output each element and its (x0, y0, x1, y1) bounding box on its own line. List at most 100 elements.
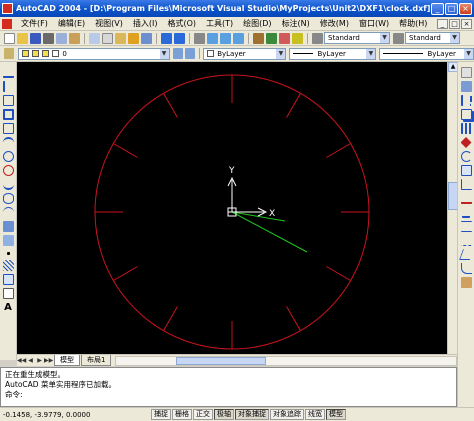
revision-cloud-icon[interactable] (2, 165, 14, 176)
coordinate-readout[interactable]: -0.1458, -3.9779, 0.0000 (3, 411, 151, 419)
circle-icon[interactable] (2, 151, 14, 162)
menu-modify[interactable]: 修改(M) (315, 18, 354, 29)
tab-layout1[interactable]: 布局1 (81, 355, 112, 366)
paste-icon[interactable] (115, 32, 126, 44)
dim-style-dropdown[interactable]: Standard ▼ (405, 32, 460, 44)
lineweight-toggle[interactable]: 线宽 (305, 409, 325, 420)
new-file-icon[interactable] (4, 32, 15, 44)
fillet-icon[interactable] (460, 263, 472, 274)
scale-icon[interactable] (460, 165, 472, 176)
properties-icon[interactable] (253, 32, 264, 44)
ortho-toggle[interactable]: 正交 (193, 409, 213, 420)
array-icon[interactable] (460, 123, 472, 134)
chevron-down-icon[interactable]: ▼ (159, 48, 169, 59)
layer-lock-icon[interactable] (42, 50, 50, 57)
chamfer-icon[interactable] (458, 249, 474, 260)
document-icon[interactable] (2, 18, 12, 29)
ellipse-icon[interactable] (2, 193, 14, 204)
chevron-down-icon[interactable]: ▼ (464, 48, 474, 59)
otrack-toggle[interactable]: 对象追踪 (270, 409, 304, 420)
tool-palettes-icon[interactable] (279, 32, 290, 44)
chevron-down-icon[interactable]: ▼ (366, 48, 376, 59)
multiline-text-icon[interactable]: A (3, 302, 14, 313)
first-tab-icon[interactable]: ◀◀ (17, 356, 26, 365)
menu-window[interactable]: 窗口(W) (354, 18, 394, 29)
chevron-down-icon[interactable]: ▼ (276, 48, 286, 59)
polyline-icon[interactable] (2, 95, 14, 106)
menu-format[interactable]: 格式(O) (162, 18, 201, 29)
open-folder-icon[interactable] (17, 32, 28, 44)
menu-dimension[interactable]: 标注(N) (277, 18, 315, 29)
menu-file[interactable]: 文件(F) (16, 18, 53, 29)
redo-icon[interactable] (174, 32, 185, 44)
osnap-toggle[interactable]: 对象捕捉 (235, 409, 269, 420)
menu-tools[interactable]: 工具(T) (201, 18, 238, 29)
help-icon[interactable] (292, 32, 303, 44)
autocad-app-icon[interactable] (2, 3, 13, 14)
chevron-down-icon[interactable]: ▼ (380, 33, 389, 43)
break-at-point-icon[interactable] (460, 221, 472, 232)
horizontal-scrollbar[interactable] (115, 355, 457, 366)
lineweight-dropdown[interactable]: ByLayer ▼ (379, 47, 474, 60)
polygon-icon[interactable] (2, 109, 14, 120)
arc-icon[interactable] (2, 137, 14, 148)
stretch-icon[interactable] (460, 179, 472, 190)
zoom-previous-icon[interactable] (233, 32, 244, 44)
trim-icon[interactable] (460, 193, 472, 204)
rectangle-icon[interactable] (2, 123, 14, 134)
vertical-scrollbar[interactable]: ▲ (447, 62, 458, 354)
block-editor-icon[interactable] (141, 32, 152, 44)
command-prompt[interactable]: 命令: (5, 390, 452, 400)
extend-icon[interactable] (462, 207, 470, 218)
grid-toggle[interactable]: 栅格 (172, 409, 192, 420)
construction-line-icon[interactable] (2, 81, 14, 92)
spline-icon[interactable] (2, 179, 14, 190)
tab-model[interactable]: 模型 (54, 355, 80, 366)
layer-dropdown[interactable]: 0 ▼ (18, 47, 170, 60)
zoom-realtime-icon[interactable] (207, 32, 218, 44)
print-icon[interactable] (43, 32, 54, 44)
cut-icon[interactable] (89, 32, 100, 44)
save-icon[interactable] (30, 32, 41, 44)
drawing-canvas[interactable]: Y X (17, 62, 447, 354)
undo-icon[interactable] (161, 32, 172, 44)
hatch-icon[interactable] (2, 260, 14, 271)
point-icon[interactable] (6, 252, 10, 255)
menu-help[interactable]: 帮助(H) (394, 18, 432, 29)
design-center-icon[interactable] (266, 32, 277, 44)
snap-toggle[interactable]: 捕捉 (151, 409, 171, 420)
copy-object-icon[interactable] (460, 81, 472, 92)
last-tab-icon[interactable]: ▶▶ (44, 356, 53, 365)
zoom-window-icon[interactable] (220, 32, 231, 44)
layer-manager-icon[interactable] (4, 48, 15, 59)
rotate-icon[interactable] (460, 151, 472, 162)
text-style-dropdown[interactable]: Standard ▼ (324, 32, 390, 44)
explode-icon[interactable] (460, 277, 472, 288)
make-layer-current-icon[interactable] (172, 48, 183, 59)
layer-previous-icon[interactable] (184, 48, 196, 59)
menu-insert[interactable]: 插入(I) (128, 18, 163, 29)
ellipse-arc-icon[interactable] (2, 207, 14, 218)
make-block-icon[interactable] (2, 235, 14, 246)
model-space-toggle[interactable]: 模型 (326, 409, 346, 420)
table-icon[interactable] (2, 288, 14, 299)
doc-restore-button[interactable]: □ (449, 18, 460, 29)
previous-tab-icon[interactable]: ◀ (26, 356, 35, 365)
line-icon[interactable] (2, 67, 14, 78)
polar-toggle[interactable]: 极轴 (214, 409, 234, 420)
doc-close-button[interactable]: × (461, 18, 472, 29)
next-tab-icon[interactable]: ▶ (35, 356, 44, 365)
close-button[interactable]: × (459, 2, 472, 15)
offset-icon[interactable] (460, 109, 472, 120)
layer-on-icon[interactable] (22, 50, 30, 57)
doc-minimize-button[interactable]: _ (437, 18, 448, 29)
command-window[interactable]: 正在重生成模型。 AutoCAD 菜单实用程序已加载。 命令: (0, 367, 457, 407)
move-icon[interactable] (460, 137, 472, 148)
color-dropdown[interactable]: ByLayer ▼ (203, 47, 287, 60)
match-properties-icon[interactable] (128, 32, 139, 44)
linetype-dropdown[interactable]: ByLayer ▼ (289, 47, 377, 60)
chevron-down-icon[interactable]: ▼ (450, 33, 459, 43)
publish-icon[interactable] (69, 32, 80, 44)
menu-draw[interactable]: 绘图(D) (238, 18, 276, 29)
pan-icon[interactable] (194, 32, 205, 44)
